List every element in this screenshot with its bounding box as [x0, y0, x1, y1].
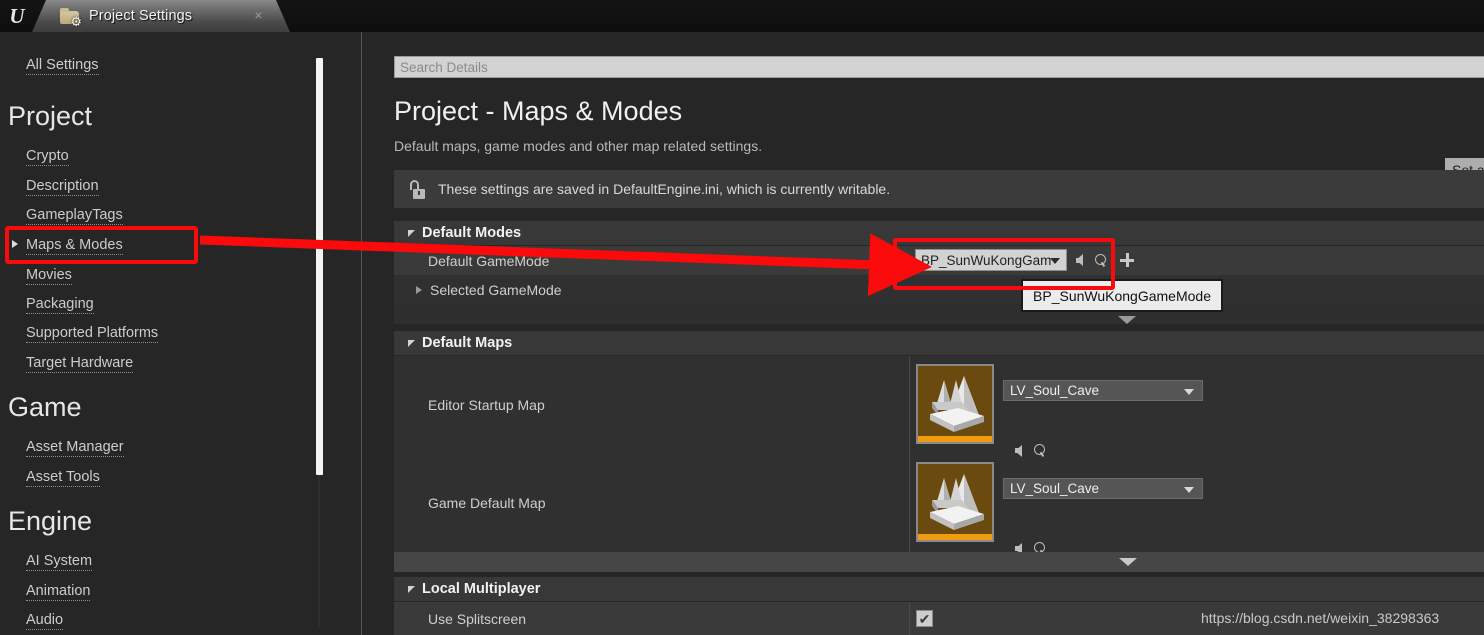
level-geometry-icon [930, 376, 984, 432]
row-label-wrap: Selected GameMode [394, 282, 562, 298]
unreal-engine-logo-icon: U [9, 3, 25, 28]
default-gamemode-combo[interactable]: BP_SunWuKongGam [915, 249, 1067, 271]
sidebar-item-animation[interactable]: Animation [26, 583, 91, 601]
gamemode-tooltip: BP_SunWuKongGameMode [1021, 279, 1223, 312]
page-title: Project - Maps & Modes [394, 96, 683, 126]
asset-type-bar [918, 534, 992, 540]
use-splitscreen-checkbox[interactable]: ✔ [916, 610, 933, 627]
page-subtitle: Default maps, game modes and other map r… [394, 138, 763, 154]
sidebar-selected-arrow-icon [12, 240, 18, 248]
row-label: Default GameMode [428, 252, 550, 269]
sidebar-item-asset-tools[interactable]: Asset Tools [26, 469, 100, 487]
section-title: Default Maps [422, 335, 513, 351]
game-default-map-combo[interactable]: LV_Soul_Cave [1003, 478, 1203, 499]
column-divider [909, 602, 910, 635]
section-header-local-multiplayer[interactable]: Local Multiplayer [394, 577, 1484, 601]
row-label: Selected GameMode [430, 281, 562, 298]
default-gamemode-actions [1076, 253, 1134, 267]
collapse-triangle-icon [408, 229, 415, 237]
sidebar-item-target-hardware[interactable]: Target Hardware [26, 355, 134, 373]
section-header-default-modes[interactable]: Default Modes [394, 221, 1484, 245]
search-input[interactable] [400, 59, 1484, 75]
close-icon[interactable]: × [251, 8, 266, 23]
expand-more-arrow-icon[interactable] [1118, 316, 1136, 324]
search-details-box[interactable] [394, 56, 1484, 78]
section-title: Default Modes [422, 225, 522, 241]
section-header-default-maps[interactable]: Default Maps [394, 331, 1484, 355]
notice-text: These settings are saved in DefaultEngin… [438, 181, 891, 197]
settings-sidebar: All Settings Project Crypto Description … [0, 32, 362, 635]
column-divider [909, 356, 910, 552]
editor-startup-map-actions [1015, 444, 1047, 457]
default-gamemode-value: BP_SunWuKongGam [921, 252, 1052, 268]
default-modes-footer [394, 304, 1484, 324]
sidebar-item-supported-platforms[interactable]: Supported Platforms [26, 325, 159, 343]
watermark-text: https://blog.csdn.net/weixin_38298363 [1201, 610, 1440, 626]
details-panel: Project - Maps & Modes Default maps, gam… [363, 32, 1484, 635]
sidebar-heading-game: Game [8, 392, 82, 422]
sidebar-heading-project: Project [8, 101, 93, 131]
section-title: Local Multiplayer [422, 581, 541, 597]
expand-more-arrow-icon[interactable] [1119, 558, 1137, 566]
editor-startup-map-value: LV_Soul_Cave [1010, 383, 1100, 398]
default-maps-footer[interactable] [394, 552, 1484, 572]
tab-title: Project Settings [89, 8, 193, 24]
plus-icon[interactable] [1120, 253, 1134, 267]
sidebar-item-gameplaytags[interactable]: GameplayTags [26, 207, 123, 225]
chevron-down-icon [1184, 388, 1194, 395]
sidebar-item-crypto[interactable]: Crypto [26, 148, 69, 166]
row-selected-gamemode[interactable]: Selected GameMode [394, 275, 1484, 304]
asset-type-bar [918, 436, 992, 442]
row-label: Editor Startup Map [428, 397, 545, 413]
tab-project-settings[interactable]: ⚙ Project Settings × [32, 0, 290, 32]
collapse-triangle-icon [408, 585, 415, 593]
level-geometry-icon [930, 474, 984, 530]
sidebar-item-asset-manager[interactable]: Asset Manager [26, 439, 124, 457]
row-label: Game Default Map [428, 495, 546, 511]
sidebar-heading-engine: Engine [8, 506, 93, 536]
sidebar-item-movies[interactable]: Movies [26, 267, 72, 285]
chevron-down-icon [1184, 486, 1194, 493]
sidebar-item-audio[interactable]: Audio [26, 612, 64, 630]
sidebar-item-ai-system[interactable]: AI System [26, 553, 93, 571]
sidebar-scrollbar-thumb[interactable] [316, 58, 323, 475]
project-settings-folder-gear-icon: ⚙ [60, 7, 82, 28]
chevron-down-icon [1050, 258, 1060, 264]
sidebar-item-description[interactable]: Description [26, 178, 99, 196]
sidebar-item-packaging[interactable]: Packaging [26, 296, 94, 314]
collapse-triangle-icon [408, 339, 415, 347]
sidebar-item-all-settings[interactable]: All Settings [26, 57, 99, 75]
title-bar: U ⚙ Project Settings × [0, 0, 1484, 32]
expand-triangle-icon[interactable] [416, 285, 422, 294]
row-label: Use Splitscreen [428, 610, 527, 627]
settings-writable-notice: These settings are saved in DefaultEngin… [394, 170, 1484, 208]
search-icon[interactable] [1095, 253, 1108, 267]
unlocked-padlock-icon [410, 179, 426, 199]
level-asset-thumbnail[interactable] [916, 364, 994, 444]
project-settings-window: U ⚙ Project Settings × All Settings Proj… [0, 0, 1484, 635]
search-icon[interactable] [1034, 444, 1047, 457]
browse-back-icon[interactable] [1076, 254, 1083, 266]
game-default-map-value: LV_Soul_Cave [1010, 481, 1100, 496]
editor-startup-map-combo[interactable]: LV_Soul_Cave [1003, 380, 1203, 401]
browse-back-icon[interactable] [1015, 444, 1022, 457]
level-asset-thumbnail[interactable] [916, 462, 994, 542]
sidebar-item-maps-modes[interactable]: Maps & Modes [26, 237, 123, 255]
